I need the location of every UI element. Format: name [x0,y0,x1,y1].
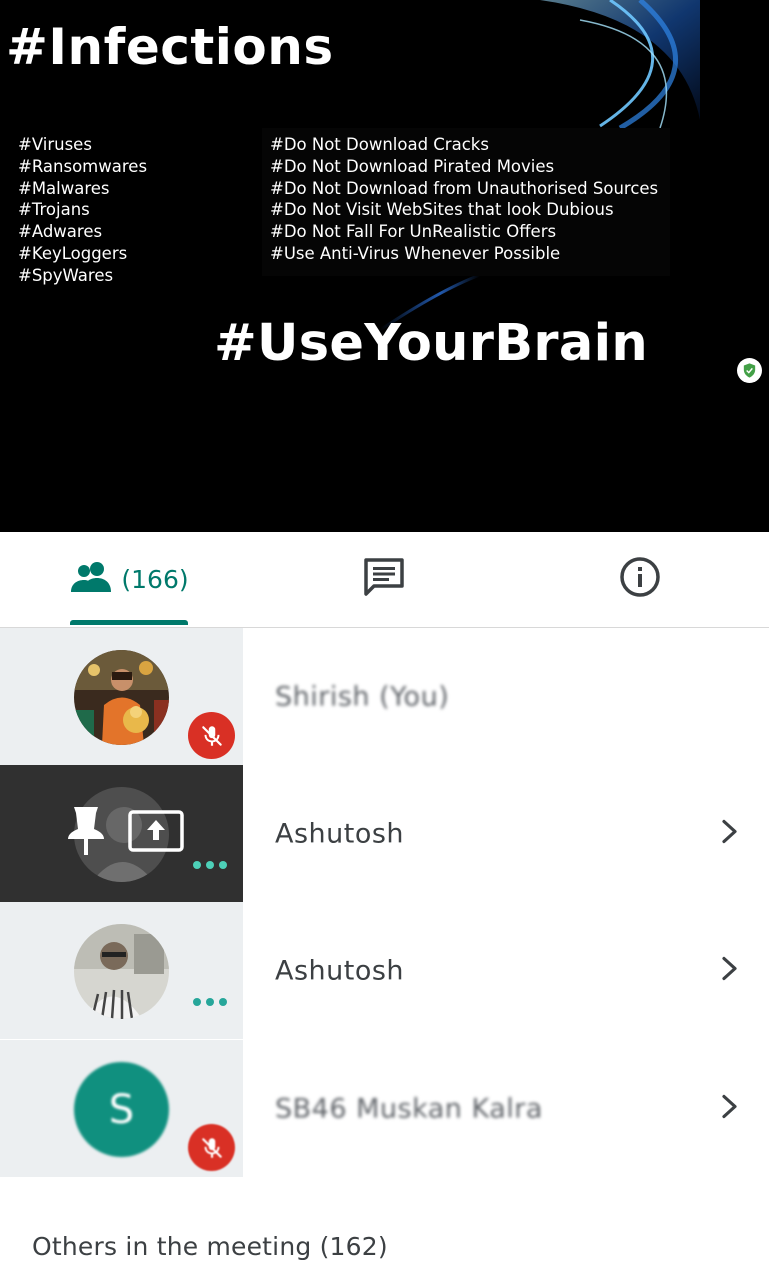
people-count: (166) [121,565,189,594]
presentation-footer: #UseYourBrain [214,314,648,373]
participant-row[interactable]: S SB46 Muskan Kalra [0,1040,769,1177]
mic-off-icon [188,712,235,759]
chevron-right-icon[interactable] [718,1093,742,1124]
threat-item: #Trojans [18,200,90,220]
threat-item: #Viruses [18,135,92,154]
people-icon [69,560,115,599]
tip-item: #Do Not Download from Unauthorised Sourc… [270,178,659,198]
participant-name: Ashutosh [275,818,405,849]
avatar [74,650,169,745]
threat-item: #Adwares [18,222,103,242]
tip-item: #Do Not Download Cracks [270,135,489,154]
chat-icon [363,557,405,602]
threat-item: #SpyWares [18,265,114,285]
participant-row[interactable]: Shirish (You) [0,628,769,765]
participant-row[interactable]: Ashutosh [0,765,769,902]
presentation-title: #Infections [6,18,334,76]
mic-off-icon [188,1124,235,1171]
participant-name: Ashutosh [275,955,405,986]
tab-info[interactable] [600,532,680,627]
threat-list: #Viruses #Ransomwares #Malwares #Trojans… [18,134,147,287]
participant-tile [0,765,243,902]
more-options-icon[interactable] [193,861,227,869]
participant-tile [0,902,243,1039]
participant-tile: S [0,1040,243,1177]
others-in-meeting-label: Others in the meeting (162) [32,1232,388,1261]
avatar-initial: S [74,1062,169,1157]
tab-chat[interactable] [344,532,424,627]
participant-tile [0,628,243,765]
shield-icon [737,358,762,383]
participant-row[interactable]: Ashutosh [0,902,769,1039]
tip-item: #Do Not Download Pirated Movies [270,156,555,176]
participant-name: Shirish (You) [275,681,450,712]
presentation-view[interactable]: #Infections #Viruses #Ransomwares #Malwa… [0,0,769,532]
tab-people[interactable]: (166) [69,532,189,627]
threat-item: #Ransomwares [18,156,148,176]
meeting-tabs: (166) [0,532,769,628]
threat-item: #KeyLoggers [18,243,128,263]
pin-icon[interactable] [64,805,108,862]
chevron-right-icon[interactable] [718,955,742,986]
tip-item: #Use Anti-Virus Whenever Possible [270,243,561,263]
tip-item: #Do Not Visit WebSites that look Dubious [270,200,614,220]
info-icon [619,556,661,603]
chevron-right-icon[interactable] [718,818,742,849]
participant-name: SB46 Muskan Kalra [275,1093,543,1124]
avatar [74,924,169,1019]
threat-item: #Malwares [18,178,110,198]
presenting-icon[interactable] [128,810,184,857]
active-tab-indicator [70,620,188,625]
tip-item: #Do Not Fall For UnRealistic Offers [270,222,557,242]
more-options-icon[interactable] [193,998,227,1006]
tips-list: #Do Not Download Cracks #Do Not Download… [270,134,658,265]
